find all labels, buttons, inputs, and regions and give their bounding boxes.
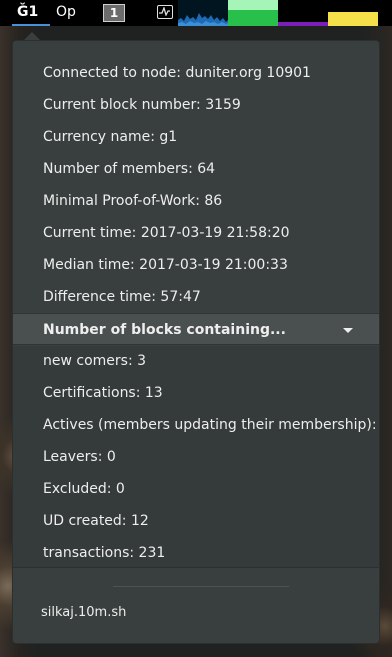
submenu-item-excluded[interactable]: Excluded: 0 xyxy=(13,473,379,505)
indicator-menu: Connected to node: duniter.org 10901 Cur… xyxy=(12,40,380,644)
submenu-blocks-title: Number of blocks containing... xyxy=(43,322,286,338)
workspace-badge[interactable]: 1 xyxy=(103,4,125,22)
menu-item-currency-name[interactable]: Currency name: g1 xyxy=(13,121,379,153)
top-panel: Ğ1 Op 1 xyxy=(0,0,392,26)
menu-item-min-pow[interactable]: Minimal Proof-of-Work: 86 xyxy=(13,185,379,217)
cpu-graph[interactable] xyxy=(178,0,228,26)
submenu-item-new-comers[interactable]: new comers: 3 xyxy=(13,345,379,377)
menu-item-median-time[interactable]: Median time: 2017-03-19 21:00:33 xyxy=(13,249,379,281)
menu-separator xyxy=(113,586,289,587)
menu-item-connected-node[interactable]: Connected to node: duniter.org 10901 xyxy=(13,57,379,89)
menu-item-block-number[interactable]: Current block number: 3159 xyxy=(13,89,379,121)
menu-item-difference-time[interactable]: Difference time: 57:47 xyxy=(13,281,379,313)
submenu-item-actives[interactable]: Actives (members updating their membersh… xyxy=(13,409,379,441)
submenu-item-certifications[interactable]: Certifications: 13 xyxy=(13,377,379,409)
system-monitor-icon[interactable] xyxy=(157,5,173,19)
active-indicator-underline xyxy=(12,24,50,26)
memory-graph[interactable] xyxy=(228,0,278,26)
submenu-blocks-header[interactable]: Number of blocks containing... xyxy=(13,313,379,345)
menu-item-members[interactable]: Number of members: 64 xyxy=(13,153,379,185)
submenu-item-ud-created[interactable]: UD created: 12 xyxy=(13,505,379,537)
submenu-item-transactions[interactable]: transactions: 231 xyxy=(13,537,379,569)
menu-item-script-name[interactable]: silkaj.10m.sh xyxy=(41,605,126,620)
disk-graph[interactable] xyxy=(328,0,378,26)
submenu-item-leavers[interactable]: Leavers: 0 xyxy=(13,441,379,473)
network-graph[interactable] xyxy=(278,0,328,26)
menu-divider xyxy=(13,567,379,568)
chevron-down-icon xyxy=(343,328,353,333)
menu-item-current-time[interactable]: Current time: 2017-03-19 21:58:20 xyxy=(13,217,379,249)
g1-indicator-label[interactable]: Ğ1 xyxy=(17,4,38,20)
op-indicator-label[interactable]: Op xyxy=(56,4,76,20)
